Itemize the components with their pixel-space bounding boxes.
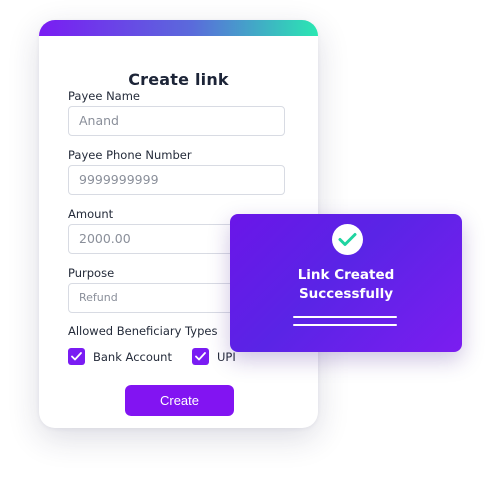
page-title: Create link	[128, 70, 229, 89]
purpose-label: Purpose	[68, 266, 115, 280]
payee-name-label: Payee Name	[68, 89, 141, 103]
amount-label: Amount	[68, 207, 114, 221]
success-toast: Link Created Successfully	[230, 214, 462, 352]
beneficiary-types-label: Allowed Beneficiary Types	[68, 324, 218, 338]
create-button[interactable]: Create	[125, 385, 234, 416]
toast-message: Link Created Successfully	[230, 266, 462, 304]
toast-line-1: Link Created	[297, 267, 395, 283]
toast-line-2: Successfully	[298, 286, 394, 302]
check-circle-icon	[332, 224, 363, 255]
checkmark-icon	[71, 352, 82, 361]
toast-divider-2	[293, 324, 397, 326]
bank-account-checkbox[interactable]	[68, 348, 85, 365]
upi-checkbox[interactable]	[192, 348, 209, 365]
bank-account-label: Bank Account	[93, 349, 172, 364]
payee-name-input[interactable]: Anand	[68, 106, 285, 136]
bank-account-option[interactable]: Bank Account	[68, 348, 172, 365]
card-gradient-bar	[39, 20, 318, 36]
upi-label: UPI	[217, 349, 236, 364]
upi-option[interactable]: UPI	[192, 348, 236, 365]
payee-phone-input[interactable]: 9999999999	[68, 165, 285, 195]
toast-divider-1	[293, 316, 397, 318]
payee-phone-label: Payee Phone Number	[68, 148, 192, 162]
success-check-icon	[338, 233, 357, 246]
checkmark-icon	[195, 352, 206, 361]
